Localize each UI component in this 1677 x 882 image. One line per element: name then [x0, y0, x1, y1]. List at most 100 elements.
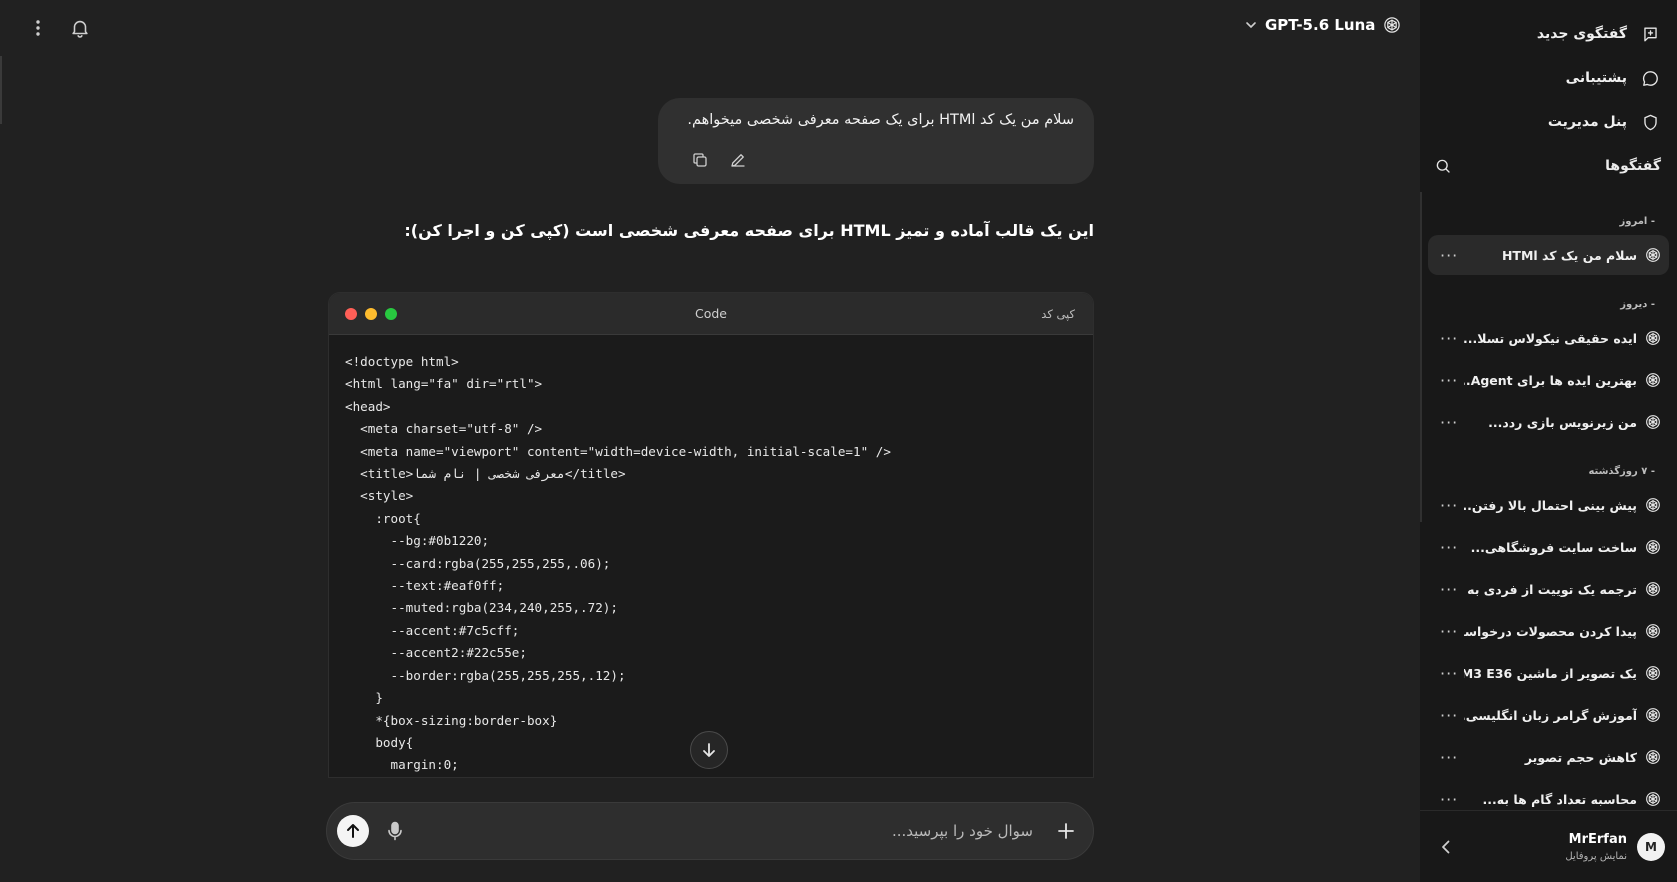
- message-input[interactable]: [417, 803, 1037, 859]
- avatar[interactable]: M: [1637, 832, 1665, 861]
- sidebar-scrollbar[interactable]: [1420, 192, 1422, 522]
- sidebar-new-chat[interactable]: گفتگوی جدید: [1420, 12, 1677, 56]
- conversation-more-button[interactable]: ···: [1440, 748, 1464, 767]
- copy-code-button[interactable]: کپی کد: [1041, 307, 1075, 321]
- conversation-more-button[interactable]: ···: [1440, 246, 1464, 265]
- conversation-title: پیدا کردن محصولات درخواست...: [1464, 623, 1637, 639]
- openai-logo-icon: [1645, 247, 1661, 263]
- sidebar-support[interactable]: پشتیبانی: [1420, 56, 1677, 100]
- conversation-more-button[interactable]: ···: [1440, 496, 1464, 515]
- more-menu-button[interactable]: [24, 14, 52, 42]
- conversation-more-button[interactable]: ···: [1440, 371, 1464, 390]
- conversation-group-label: - ۷ روزگذشته: [1588, 466, 1655, 477]
- app-root: GPT-5.6 Luna سلام من یک کد HTMl برای یک …: [0, 0, 1677, 882]
- chevron-left-icon: [1442, 840, 1450, 853]
- code-language-label: Code: [694, 306, 727, 321]
- openai-logo-icon: [1645, 330, 1661, 346]
- profile-link[interactable]: نمایش پروفایل: [1565, 851, 1627, 862]
- conversation-title: ترجمه یک توییت از فردی به ا...: [1464, 581, 1637, 597]
- conversation-more-button[interactable]: ···: [1440, 413, 1464, 432]
- conversation-item[interactable]: کاهش حجم تصویر ···: [1428, 737, 1669, 777]
- conversation-item[interactable]: ترجمه یک توییت از فردی به ا...···: [1428, 569, 1669, 609]
- code-line: --muted:rgba(234,240,255,.72);: [345, 600, 618, 616]
- openai-logo-icon: [1384, 17, 1401, 33]
- search-icon: [1436, 159, 1450, 173]
- conversation-more-button[interactable]: ···: [1440, 538, 1464, 557]
- code-line: <!doctype html>: [345, 354, 459, 369]
- copy-icon: [693, 153, 707, 167]
- conversation-item[interactable]: ایده حقیقی نیکولاس تسلا... ···: [1428, 318, 1669, 358]
- conversation-more-button[interactable]: ···: [1440, 706, 1464, 725]
- conversation-title: ساخت سایت فروشگاهی...: [1470, 539, 1637, 555]
- microphone-button[interactable]: [383, 819, 407, 843]
- bell-icon: [72, 20, 88, 38]
- sidebar-admin-panel[interactable]: پنل مدیریت: [1420, 100, 1677, 144]
- code-line: }: [345, 690, 383, 706]
- copy-message-button[interactable]: [690, 150, 710, 170]
- conversation-title: من زیرنویس بازی ردد...: [1488, 414, 1637, 430]
- chat-bubble-icon: [1639, 67, 1661, 89]
- conversation-list[interactable]: - امروز سلام من یک کد HTMl ··· - دیروز ایده …: [1420, 192, 1677, 844]
- send-button[interactable]: [337, 815, 369, 847]
- openai-logo-icon: [1645, 749, 1661, 765]
- conversation-item[interactable]: یک تصویر از ماشین M3 E36 ...···: [1428, 653, 1669, 693]
- assistant-intro-text: این یک قالب آماده و تمیز HTML برای صفحه …: [404, 221, 1094, 240]
- conversation-more-button[interactable]: ···: [1440, 622, 1464, 641]
- conversation-title: یک تصویر از ماشین M3 E36 ...: [1464, 665, 1637, 681]
- message-actions: [690, 150, 748, 170]
- user-message-text: سلام من یک کد HTMl برای یک صفحه معرفی شخ…: [687, 112, 1074, 128]
- search-conversations-button[interactable]: [1430, 153, 1456, 179]
- conversation-more-button[interactable]: ···: [1440, 790, 1464, 809]
- openai-logo-icon: [1645, 372, 1661, 388]
- sidebar: گفتگوی جدید پشتیبانی پنل مدیریت گفتگوها: [1420, 0, 1677, 882]
- conversation-item[interactable]: بهترین ایده ها برای Agent...···: [1428, 360, 1669, 400]
- openai-logo-icon: [1645, 623, 1661, 639]
- openai-logo-icon: [1645, 581, 1661, 597]
- sidebar-new-chat-label: گفتگوی جدید: [1536, 26, 1627, 42]
- maximize-dot: [385, 307, 397, 320]
- profile-text: MrErfan نمایش پروفایل: [1565, 832, 1627, 862]
- microphone-icon: [388, 821, 402, 841]
- code-line: --border:rgba(255,255,255,.12);: [345, 667, 626, 683]
- window-dots: [345, 307, 397, 320]
- user-message-bubble: سلام من یک کد HTMl برای یک صفحه معرفی شخ…: [658, 98, 1094, 184]
- conversation-title: محاسبه تعداد گام ها به...: [1482, 791, 1638, 807]
- sidebar-admin-panel-label: پنل مدیریت: [1547, 114, 1627, 130]
- conversation-item[interactable]: پیدا کردن محصولات درخواست...···: [1428, 611, 1669, 651]
- code-line: *{box-sizing:border-box}: [345, 712, 558, 728]
- conversation-title: بهترین ایده ها برای Agent...: [1464, 372, 1637, 388]
- more-vertical-icon: [36, 20, 40, 36]
- conversation-item[interactable]: پیش بینی احتمال بالا رفتن... ···: [1428, 485, 1669, 525]
- conversations-title: گفتگوها: [1605, 158, 1661, 174]
- shield-icon: [1639, 111, 1661, 133]
- collapse-sidebar-button[interactable]: [1434, 835, 1458, 859]
- conversation-more-button[interactable]: ···: [1440, 329, 1464, 348]
- conversation-item[interactable]: سلام من یک کد HTMl ···: [1428, 235, 1669, 275]
- openai-logo-icon: [1645, 414, 1661, 430]
- profile-section[interactable]: M MrErfan نمایش پروفایل: [1420, 810, 1677, 882]
- conversation-item[interactable]: من زیرنویس بازی ردد... ···: [1428, 402, 1669, 442]
- conversation-more-button[interactable]: ···: [1440, 580, 1464, 599]
- conversation-more-button[interactable]: ···: [1440, 664, 1464, 683]
- conversation-item[interactable]: آموزش گرامر زبان انگلیسی... ···: [1428, 695, 1669, 735]
- openai-logo-icon: [1645, 707, 1661, 723]
- plus-icon: [1058, 823, 1074, 839]
- code-line: <meta charset="utf-8" />: [345, 421, 543, 437]
- model-name: GPT-5.6 Luna: [1265, 16, 1376, 34]
- conversation-item[interactable]: ساخت سایت فروشگاهی... ···: [1428, 527, 1669, 567]
- openai-logo-icon: [1645, 497, 1661, 513]
- profile-name: MrErfan: [1568, 831, 1627, 847]
- scroll-to-bottom-button[interactable]: [690, 731, 728, 769]
- attach-button[interactable]: [1053, 818, 1079, 844]
- sidebar-links: گفتگوی جدید پشتیبانی پنل مدیریت گفتگوها: [1420, 0, 1677, 188]
- model-selector[interactable]: GPT-5.6 Luna: [1245, 16, 1401, 34]
- code-line: <head>: [345, 398, 391, 414]
- notifications-button[interactable]: [66, 14, 94, 42]
- code-line: :root{: [345, 510, 421, 526]
- conversation-title: آموزش گرامر زبان انگلیسی...: [1464, 707, 1637, 723]
- message-composer: [326, 802, 1094, 860]
- conversation-title: کاهش حجم تصویر: [1524, 749, 1637, 765]
- code-line: --accent:#7c5cff;: [345, 622, 520, 638]
- chat-area: سلام من یک کد HTMl برای یک صفحه معرفی شخ…: [0, 56, 1420, 778]
- edit-message-button[interactable]: [728, 150, 748, 170]
